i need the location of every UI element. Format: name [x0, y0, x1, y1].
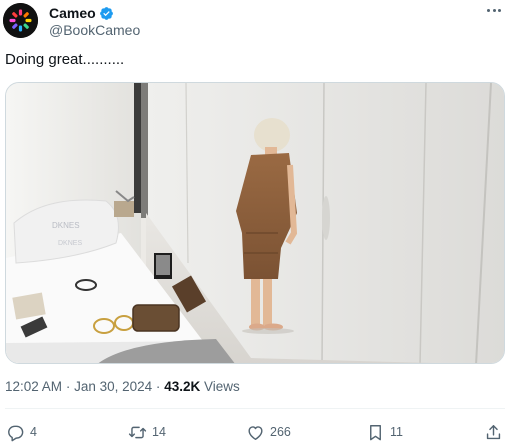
views-count[interactable]: 43.2K: [164, 379, 200, 394]
tweet-time[interactable]: 12:02 AM: [5, 379, 62, 394]
divider: [5, 408, 505, 409]
meta-separator: ·: [155, 379, 161, 394]
leg: [251, 279, 260, 325]
display-name[interactable]: Cameo: [49, 5, 96, 21]
door-handle: [322, 196, 330, 240]
reply-icon: [8, 425, 24, 441]
tablet-screen: [156, 255, 170, 275]
user-handle[interactable]: @BookCameo: [49, 22, 140, 38]
bookmark-icon: [370, 424, 381, 440]
heart-icon: [248, 425, 263, 440]
repost-count: 14: [152, 425, 166, 439]
tweet-meta: 12:02 AM · Jan 30, 2024 · 43.2K Views: [5, 378, 240, 396]
hair: [254, 118, 290, 152]
pillow-text: DKNES: [58, 240, 82, 247]
verified-badge-icon: [99, 6, 113, 20]
reply-count: 4: [30, 425, 37, 439]
reply-button[interactable]: 4: [6, 420, 37, 444]
cameo-logo-icon: [3, 3, 38, 38]
views-label: Views: [203, 379, 240, 394]
like-button[interactable]: 266: [246, 420, 291, 444]
photo-icon: DKNES DKNES: [6, 83, 504, 363]
tweet-text: Doing great..........: [5, 51, 125, 68]
avatar[interactable]: [3, 3, 38, 38]
clock: [114, 201, 134, 217]
more-dot: [492, 8, 496, 12]
handbag: [133, 305, 179, 331]
repost-button[interactable]: 14: [128, 420, 166, 444]
bookmark-count: 11: [390, 425, 403, 439]
like-count: 266: [270, 425, 291, 439]
leg: [263, 279, 272, 325]
action-bar: 4 14 266 11: [0, 420, 510, 444]
bookmark-button[interactable]: 11: [366, 420, 403, 444]
meta-separator: ·: [65, 379, 71, 394]
share-button[interactable]: [484, 420, 503, 444]
more-dot: [487, 8, 490, 12]
pillow-text: DKNES: [52, 221, 80, 230]
tweet-header: Cameo @BookCameo: [0, 0, 510, 40]
more-dot: [498, 8, 501, 12]
shadow: [242, 328, 294, 334]
more-options-icon[interactable]: [484, 3, 504, 17]
name-row: Cameo: [49, 5, 114, 21]
repost-icon: [128, 426, 147, 438]
tweet-date[interactable]: Jan 30, 2024: [74, 379, 152, 394]
share-icon: [486, 424, 501, 439]
tweet-media-photo[interactable]: DKNES DKNES: [5, 82, 505, 364]
